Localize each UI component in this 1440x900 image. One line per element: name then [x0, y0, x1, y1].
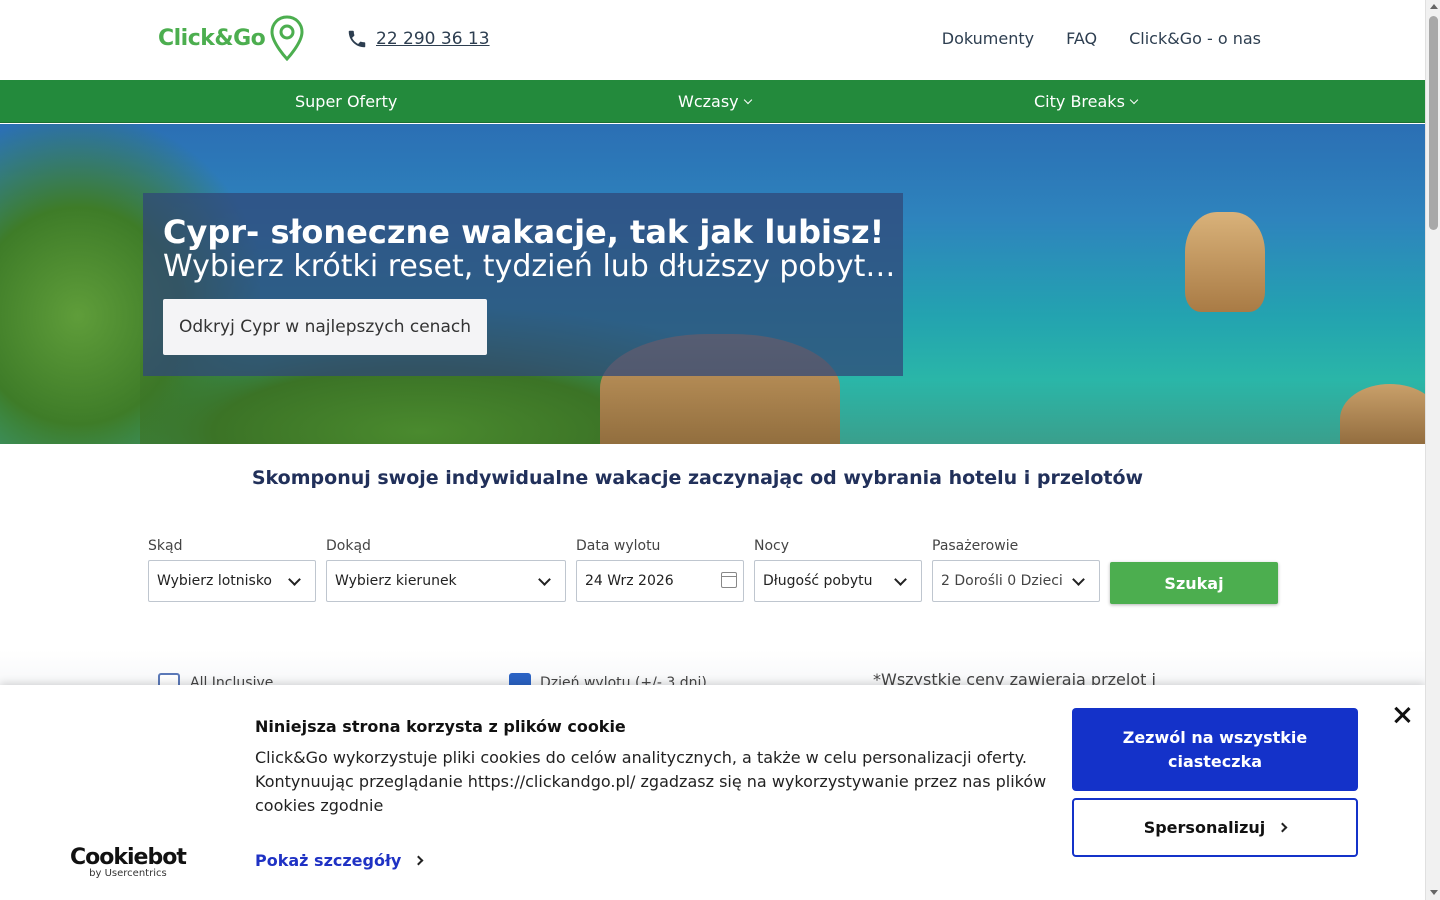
chevron-right-icon	[413, 855, 424, 866]
scrollbar-thumb[interactable]	[1429, 16, 1438, 230]
pax-select[interactable]: 2 Dorośli 0 Dzieci	[932, 560, 1100, 602]
search-button[interactable]: Szukaj	[1110, 562, 1278, 604]
from-select[interactable]: Wybierz lotnisko	[148, 560, 316, 602]
chevron-down-icon	[288, 573, 301, 586]
phone-icon	[348, 30, 366, 48]
chevron-down-icon	[1072, 573, 1085, 586]
pax-value: 2 Dorośli 0 Dzieci	[941, 573, 1063, 589]
nights-select[interactable]: Długość pobytu	[754, 560, 922, 602]
cookiebot-brand: Cookiebot	[70, 845, 187, 870]
date-value: 24 Wrz 2026	[585, 573, 674, 589]
nav-item-wczasy[interactable]: Wczasy	[678, 92, 752, 111]
location-pin-icon	[270, 15, 304, 61]
hero-overlay: Cypr- słoneczne wakacje, tak jak lubisz!…	[143, 193, 903, 376]
logo-text: Click&Go	[158, 25, 266, 51]
scroll-down-arrow-icon[interactable]	[1430, 890, 1438, 895]
site-header: Click&Go 22 290 36 13 Dokumenty FAQ Clic…	[0, 0, 1425, 80]
chevron-down-icon	[743, 95, 752, 104]
to-field: Dokąd Wybierz kierunek	[326, 538, 566, 602]
logo[interactable]: Click&Go	[158, 14, 305, 62]
chevron-right-icon	[1277, 822, 1288, 833]
close-icon[interactable]	[1392, 705, 1412, 725]
date-label: Data wylotu	[576, 538, 661, 554]
main-nav: Super Oferty Wczasy City Breaks	[0, 80, 1425, 123]
hero-image-rock	[1340, 384, 1425, 444]
show-details-label: Pokaż szczegóły	[255, 851, 402, 870]
customize-button[interactable]: Spersonalizuj	[1072, 798, 1358, 857]
from-label: Skąd	[148, 538, 183, 554]
chevron-down-icon	[1129, 95, 1139, 104]
to-select[interactable]: Wybierz kierunek	[326, 560, 566, 602]
date-input[interactable]: 24 Wrz 2026	[576, 560, 744, 602]
cookie-banner: Cookiebot by Usercentrics Niniejsza stro…	[0, 685, 1425, 900]
to-label: Dokąd	[326, 538, 371, 554]
chevron-down-icon	[894, 573, 907, 586]
hero-cta-button[interactable]: Odkryj Cypr w najlepszych cenach	[163, 299, 487, 355]
nav-link-dokumenty[interactable]: Dokumenty	[942, 29, 1034, 48]
phone-number: 22 290 36 13	[376, 29, 490, 49]
from-field: Skąd Wybierz lotnisko	[148, 538, 316, 602]
nav-link-faq[interactable]: FAQ	[1066, 29, 1097, 48]
cookie-body: Click&Go wykorzystuje pliki cookies do c…	[255, 748, 1047, 815]
cookie-heading: Niniejsza strona korzysta z plików cooki…	[255, 717, 626, 736]
top-nav: Dokumenty FAQ Click&Go - o nas	[942, 29, 1261, 48]
nav-item-label: City Breaks	[1034, 92, 1125, 111]
chevron-down-icon	[538, 573, 551, 586]
hero-subtitle: Wybierz krótki reset, tydzień lub dłuższ…	[163, 249, 896, 284]
nights-value: Długość pobytu	[763, 573, 873, 589]
nav-item-super-oferty[interactable]: Super Oferty	[295, 92, 397, 111]
nav-item-label: Super Oferty	[295, 92, 398, 111]
calendar-icon	[721, 572, 737, 588]
phone-link[interactable]: 22 290 36 13	[346, 28, 490, 50]
date-field: Data wylotu 24 Wrz 2026	[576, 538, 744, 602]
nav-item-label: Wczasy	[678, 92, 739, 111]
show-details-link[interactable]: Pokaż szczegóły	[255, 851, 424, 870]
allow-all-button[interactable]: Zezwól na wszystkie ciasteczka	[1072, 708, 1358, 791]
pax-field: Pasażerowie 2 Dorośli 0 Dzieci	[932, 538, 1100, 602]
nav-item-city-breaks[interactable]: City Breaks	[1034, 92, 1139, 111]
from-value: Wybierz lotnisko	[157, 573, 273, 589]
customize-label: Spersonalizuj	[1143, 818, 1266, 837]
pax-label: Pasażerowie	[932, 538, 1019, 554]
nights-label: Nocy	[754, 538, 790, 554]
scroll-up-arrow-icon[interactable]	[1430, 4, 1438, 9]
nights-field: Nocy Długość pobytu	[754, 538, 922, 602]
to-value: Wybierz kierunek	[335, 573, 457, 589]
cookiebot-logo: Cookiebot by Usercentrics	[70, 845, 187, 879]
search-title: Skomponuj swoje indywidualne wakacje zac…	[251, 467, 1144, 489]
hero-title: Cypr- słoneczne wakacje, tak jak lubisz!	[163, 213, 885, 251]
nav-link-about[interactable]: Click&Go - o nas	[1129, 29, 1261, 48]
scrollbar[interactable]	[1425, 0, 1440, 900]
hero-banner: Cypr- słoneczne wakacje, tak jak lubisz!…	[0, 124, 1425, 444]
hero-image-rock	[1185, 212, 1265, 312]
